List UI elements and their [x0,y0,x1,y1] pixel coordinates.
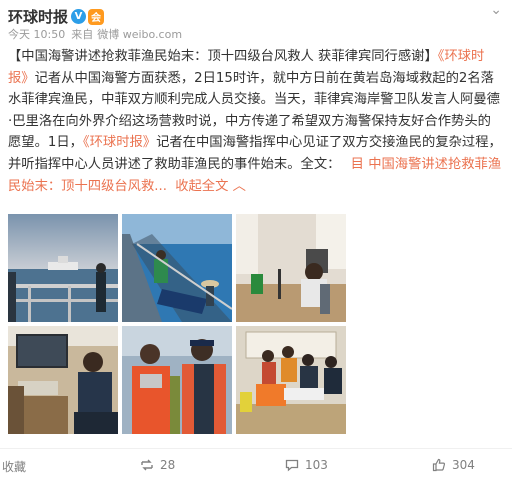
favorite-label: 收藏 [2,460,27,474]
comment-count: 103 [305,458,328,472]
coast-guard-officers-photo[interactable] [122,326,232,434]
post-footer: 收藏 28 103 304 [0,448,512,478]
topic-link-2[interactable]: 《环球时报》 [83,135,156,150]
radio-room-photo[interactable] [236,214,346,322]
handover-meeting-photo[interactable] [236,326,346,434]
repost-icon [141,459,153,471]
cabin-interview-photo[interactable] [8,326,118,434]
ship-deck-sea-photo[interactable] [122,214,232,322]
comment-icon [285,459,299,472]
title-bracket-open: 【 [8,49,22,64]
member-badge-icon: 会 [88,8,105,25]
sea-patrol-ship-photo[interactable] [8,214,118,322]
post-content: 【中国海警讲述抢救菲渔民始末：顶十四级台风救人 获菲律宾同行感谢】《环球时报》记… [8,46,504,197]
like-button[interactable]: 304 [432,458,475,472]
photo-grid [8,214,346,434]
article-link-icon[interactable]: 目 [351,157,364,172]
post-time[interactable]: 今天 10:50 [8,28,65,41]
title-bracket-close: 】 [424,49,438,64]
post-meta: 今天 10:50 来自 微博 weibo.com [8,26,188,42]
repost-button[interactable]: 28 [140,458,175,472]
source-prefix: 来自 [71,28,94,41]
post-header: 环球时报 V 会 ⌄ 今天 10:50 来自 微博 weibo.com [0,0,512,42]
post-source[interactable]: 微博 weibo.com [97,28,182,41]
verified-badge-icon: V [71,9,87,24]
comment-button[interactable]: 103 [285,458,328,472]
like-count: 304 [452,458,475,472]
author-name[interactable]: 环球时报 [8,6,68,27]
post-menu-chevron-icon[interactable]: ⌄ [490,2,502,18]
author-block: 环球时报 V 会 [8,6,105,27]
collapse-icon[interactable]: ︿ [233,179,246,194]
post-text: 【中国海警讲述抢救菲渔民始末：顶十四级台风救人 获菲律宾同行感谢】《环球时报》记… [8,46,504,197]
repost-count: 28 [160,458,176,472]
thumbs-up-icon [432,458,446,472]
collapse-button[interactable]: 收起全文 [175,179,228,194]
favorite-button[interactable]: 收藏 [2,458,26,475]
post-title: 中国海警讲述抢救菲渔民始末：顶十四级台风救人 获菲律宾同行感谢 [21,49,425,64]
